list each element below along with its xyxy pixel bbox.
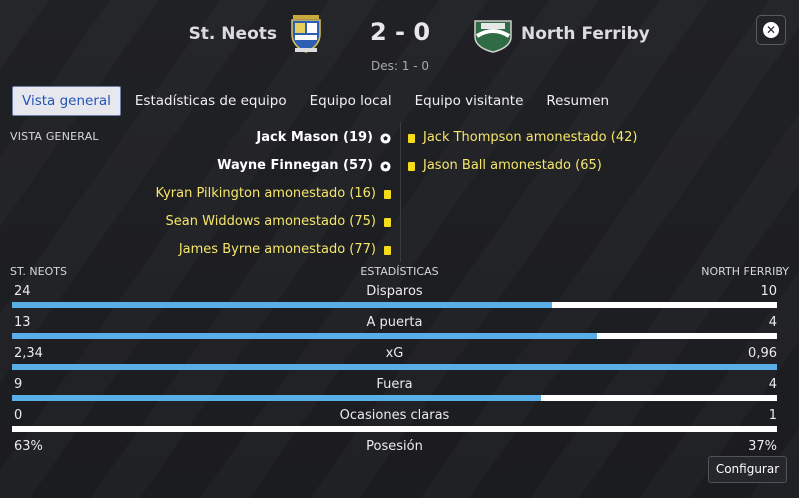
event-text[interactable]: Jason Ball amonestado (65) — [423, 155, 602, 177]
stats-header: ST. NEOTS ESTADÍSTICAS NORTH FERRIBY — [10, 265, 789, 279]
stats-title: ESTADÍSTICAS — [360, 265, 439, 278]
stat-row-on-target: 13 A puerta 4 — [12, 315, 777, 346]
stat-name: Posesión — [366, 439, 423, 454]
event-text[interactable]: Jack Mason (19) — [256, 127, 373, 149]
event-text[interactable]: Wayne Finnegan (57) — [217, 155, 373, 177]
tab-home-team[interactable]: Equipo local — [301, 86, 401, 116]
event-yellow-card: James Byrne amonestado (77) — [156, 236, 391, 264]
tab-team-stats[interactable]: Estadísticas de equipo — [126, 86, 296, 116]
stat-name: Disparos — [366, 284, 423, 299]
event-text[interactable]: James Byrne amonestado (77) — [179, 239, 376, 261]
stat-row-shots: 24 Disparos 10 — [12, 284, 777, 315]
tab-away-team[interactable]: Equipo visitante — [406, 86, 533, 116]
tab-overview[interactable]: Vista general — [12, 86, 121, 116]
yellow-card-icon — [384, 217, 391, 227]
event-text[interactable]: Kyran Pilkington amonestado (16) — [156, 183, 376, 205]
away-events-list: Jack Thompson amonestado (42) Jason Ball… — [408, 124, 637, 180]
stat-bar — [12, 426, 777, 432]
away-team-crest-icon — [474, 20, 512, 53]
yellow-card-icon — [384, 189, 391, 199]
stat-name: A puerta — [366, 315, 423, 330]
stat-name: Fuera — [376, 377, 413, 392]
match-header: St. Neots 2 - 0 Des: 1 - 0 North Ferriby… — [0, 0, 799, 80]
yellow-card-icon — [384, 245, 391, 255]
stat-row-off-target: 9 Fuera 4 — [12, 377, 777, 408]
stat-away-value: 10 — [760, 284, 777, 299]
event-yellow-card: Jason Ball amonestado (65) — [408, 152, 637, 180]
configure-button[interactable]: Configurar — [708, 456, 787, 483]
stat-bar-fill — [12, 364, 777, 370]
home-events-list: Jack Mason (19) Wayne Finnegan (57) Kyra… — [156, 124, 391, 264]
overview-section-label: VISTA GENERAL — [10, 130, 99, 143]
stats-away-header: NORTH FERRIBY — [701, 265, 789, 278]
stat-away-value: 4 — [768, 377, 777, 392]
stat-row-clear-chances: 0 Ocasiones claras 1 — [12, 408, 777, 439]
home-team-crest-icon — [291, 15, 321, 53]
stat-away-value: 4 — [768, 315, 777, 330]
event-yellow-card: Jack Thompson amonestado (42) — [408, 124, 637, 152]
goal-ball-icon — [380, 160, 391, 172]
stat-row-possession: 63% Posesión 37% — [12, 439, 777, 470]
stat-name: Ocasiones claras — [339, 408, 450, 423]
yellow-card-icon — [408, 133, 415, 143]
stat-bar — [12, 302, 777, 308]
stat-bar — [12, 364, 777, 370]
stat-away-value: 1 — [768, 408, 777, 423]
home-team-name[interactable]: St. Neots — [189, 24, 277, 44]
stat-bar — [12, 395, 777, 401]
away-team-name[interactable]: North Ferriby — [521, 24, 650, 44]
stat-bar-fill — [12, 395, 542, 401]
event-text[interactable]: Sean Widdows amonestado (75) — [166, 211, 376, 233]
stat-away-value: 0,96 — [748, 346, 777, 361]
close-icon: ✕ — [763, 22, 779, 38]
stat-away-value: 37% — [748, 439, 777, 454]
goal-ball-icon — [380, 132, 391, 144]
halftime-score: Des: 1 - 0 — [371, 59, 429, 73]
event-yellow-card: Kyran Pilkington amonestado (16) — [156, 180, 391, 208]
stat-bar-fill — [12, 333, 598, 339]
yellow-card-icon — [408, 161, 415, 171]
event-text[interactable]: Jack Thompson amonestado (42) — [423, 127, 637, 149]
stat-bar — [12, 333, 777, 339]
event-yellow-card: Sean Widdows amonestado (75) — [156, 208, 391, 236]
tab-summary[interactable]: Resumen — [537, 86, 618, 116]
stat-bar-fill — [12, 302, 553, 308]
event-goal: Wayne Finnegan (57) — [156, 152, 391, 180]
tab-bar: Vista general Estadísticas de equipo Equ… — [12, 86, 623, 116]
close-button[interactable]: ✕ — [756, 15, 786, 45]
stat-row-xg: 2,34 xG 0,96 — [12, 346, 777, 377]
stat-name: xG — [385, 346, 404, 361]
events-divider — [400, 122, 401, 262]
score: 2 - 0 — [369, 18, 431, 46]
event-goal: Jack Mason (19) — [156, 124, 391, 152]
